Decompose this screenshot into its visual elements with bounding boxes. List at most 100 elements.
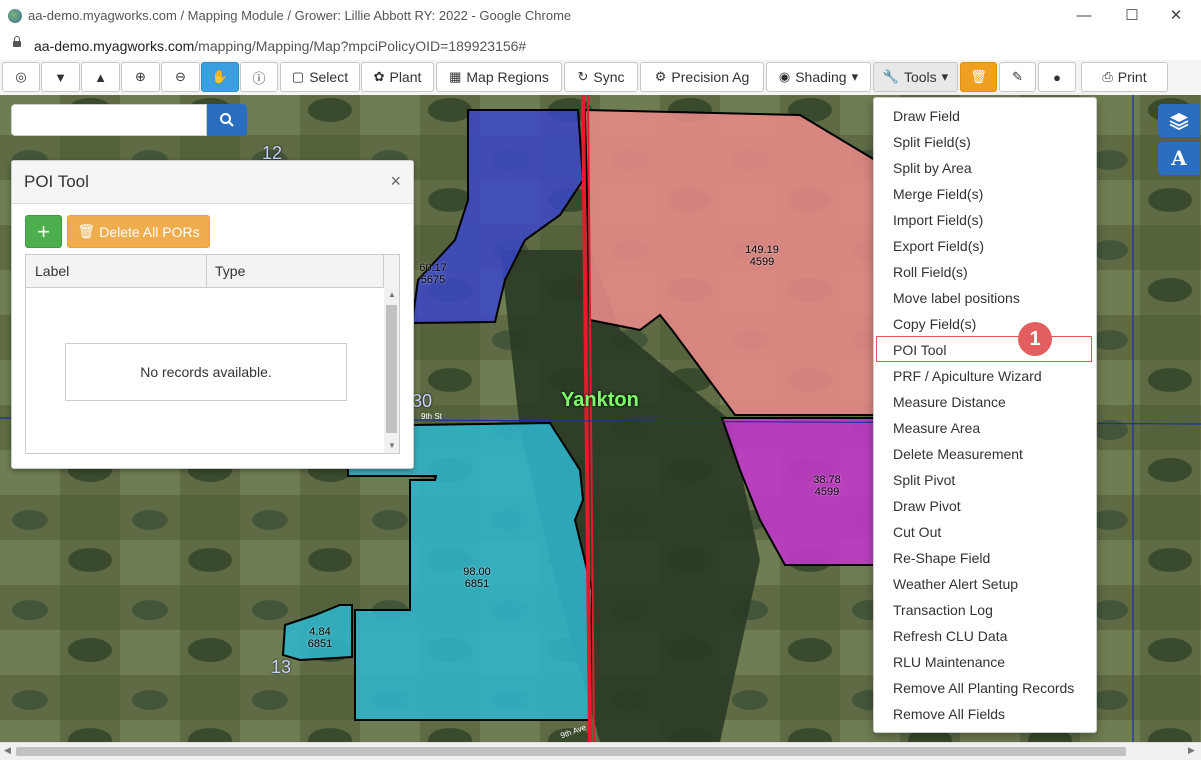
print-button[interactable]: ⎙ Print — [1081, 62, 1168, 92]
menu-item-move-label-positions[interactable]: Move label positions — [893, 290, 1020, 306]
minimize-icon[interactable]: — — [1064, 4, 1104, 28]
select-icon: ▢ — [291, 69, 305, 84]
edit-button[interactable]: ✎ — [999, 62, 1036, 92]
scroll-left-icon[interactable]: ◀ — [4, 745, 11, 756]
user-button[interactable]: ● — [1038, 62, 1076, 92]
shading-button[interactable]: ◉ Shading ▾ — [766, 62, 871, 92]
printer-icon: ⎙ — [1102, 69, 1113, 84]
menu-item-remove-all-fields[interactable]: Remove All Fields — [893, 706, 1005, 722]
field-label: 38.78 4599 — [813, 474, 841, 498]
grid-scrollbar[interactable]: ▲ ▼ — [384, 287, 399, 453]
zoom-out-icon: ⊖ — [175, 69, 186, 84]
menu-item-rlu-maintenance[interactable]: RLU Maintenance — [893, 654, 1005, 670]
menu-item-export-fields[interactable]: Export Field(s) — [893, 238, 984, 254]
section-label-13: 13 — [271, 657, 292, 677]
caret-down-icon: ▾ — [851, 69, 859, 84]
menu-item-transaction-log[interactable]: Transaction Log — [893, 602, 993, 618]
search-icon — [220, 113, 234, 127]
menu-item-split-pivot[interactable]: Split Pivot — [893, 472, 955, 488]
callout-badge: 1 — [1018, 322, 1052, 356]
empty-message: No records available. — [65, 343, 347, 401]
menu-item-copy-fields[interactable]: Copy Field(s) — [893, 316, 976, 332]
menu-item-cut-out[interactable]: Cut Out — [893, 524, 941, 540]
trash-icon: 🗑 — [77, 223, 96, 239]
tree-icon: ▲ — [94, 69, 107, 85]
info-button[interactable]: ⓘ — [240, 62, 278, 92]
menu-item-measure-distance[interactable]: Measure Distance — [893, 394, 1006, 410]
window-title: aa-demo.myagworks.com / Mapping Module /… — [28, 8, 572, 23]
target-icon: ◎ — [15, 69, 27, 84]
menu-item-poi-tool[interactable]: POI Tool — [893, 342, 946, 358]
menu-item-split-by-area[interactable]: Split by Area — [893, 160, 972, 176]
scroll-right-icon[interactable]: ▶ — [1188, 745, 1195, 756]
map-regions-label: Map Regions — [466, 69, 549, 85]
tree-button[interactable]: ▲ — [81, 62, 120, 92]
precision-ag-button[interactable]: ⚙ Precision Ag — [640, 62, 764, 92]
hand-icon: ✋ — [211, 69, 229, 84]
town-label: Yankton — [561, 389, 639, 411]
tools-button[interactable]: 🔧 Tools ▾ — [873, 62, 958, 92]
address-bar[interactable]: aa-demo.myagworks.com/mapping/Mapping/Ma… — [0, 32, 1201, 61]
menu-item-reshape-field[interactable]: Re-Shape Field — [893, 550, 990, 566]
menu-item-measure-area[interactable]: Measure Area — [893, 420, 980, 436]
map-search-input[interactable] — [11, 104, 207, 136]
menu-item-roll-fields[interactable]: Roll Field(s) — [893, 264, 968, 280]
shading-label: Shading — [795, 69, 847, 85]
sync-icon: ↻ — [577, 69, 589, 84]
menu-item-remove-all-planting-records[interactable]: Remove All Planting Records — [893, 680, 1074, 696]
plant-button[interactable]: ✿ Plant — [361, 62, 434, 92]
zoom-out-button[interactable]: ⊖ — [161, 62, 200, 92]
layers-button[interactable] — [1158, 104, 1200, 137]
plant-label: Plant — [389, 69, 422, 85]
sync-button[interactable]: ↻ Sync — [564, 62, 638, 92]
field-label: 98.00 6851 — [463, 566, 491, 590]
grid-header: Label Type — [26, 255, 399, 288]
menu-item-draw-field[interactable]: Draw Field — [893, 108, 960, 124]
road-label: 9th St — [421, 412, 442, 421]
maximize-icon[interactable]: ☐ — [1112, 4, 1152, 28]
menu-item-delete-measurement[interactable]: Delete Measurement — [893, 446, 1023, 462]
menu-item-refresh-clu-data[interactable]: Refresh CLU Data — [893, 628, 1007, 644]
horizontal-scrollbar[interactable]: ◀ ▶ — [0, 742, 1201, 760]
menu-item-merge-fields[interactable]: Merge Field(s) — [893, 186, 983, 202]
column-header-label[interactable]: Label — [35, 263, 69, 279]
map-toolbar: ◎ ▼ ▲ ⊕ ⊖ ✋ ⓘ ▢ Select ✿ Plant ▦ Map Region… — [0, 60, 1201, 96]
scrollbar-thumb[interactable] — [16, 747, 1126, 756]
font-icon: A — [1171, 146, 1187, 170]
delete-all-label: Delete All PORs — [99, 223, 200, 240]
close-window-icon[interactable]: ✕ — [1156, 4, 1196, 28]
map-icon: ▦ — [449, 69, 462, 84]
sync-label: Sync — [593, 69, 625, 85]
column-header-type[interactable]: Type — [215, 263, 245, 279]
poi-grid: Label Type ▲ ▼ No records available. — [25, 254, 400, 454]
delete-all-pors-button[interactable]: 🗑 Delete All PORs — [67, 215, 210, 248]
menu-item-split-fields[interactable]: Split Field(s) — [893, 134, 971, 150]
edit-icon: ✎ — [1012, 69, 1023, 84]
info-icon: ⓘ — [252, 70, 266, 86]
select-button[interactable]: ▢ Select — [280, 62, 360, 92]
poi-panel-header: POI Tool × — [12, 161, 413, 204]
menu-item-import-fields[interactable]: Import Field(s) — [893, 212, 983, 228]
select-label: Select — [309, 69, 349, 85]
close-panel-button[interactable]: × — [390, 171, 401, 192]
user-icon: ● — [1053, 69, 1061, 85]
locate-button[interactable]: ◎ — [2, 62, 40, 92]
tools-dropdown-menu: Draw Field Split Field(s) Split by Area … — [873, 97, 1097, 733]
delete-button[interactable]: 🗑 — [960, 62, 997, 92]
print-label: Print — [1117, 69, 1147, 85]
menu-item-weather-alert-setup[interactable]: Weather Alert Setup — [893, 576, 1018, 592]
filter-button[interactable]: ▼ — [41, 62, 80, 92]
menu-item-prf-apiculture-wizard[interactable]: PRF / Apiculture Wizard — [893, 368, 1042, 384]
tools-label: Tools — [903, 69, 937, 85]
labels-button[interactable]: A — [1158, 142, 1200, 175]
add-poi-button[interactable]: + — [25, 215, 62, 248]
field-label: 4.84 6851 — [307, 626, 333, 650]
search-button[interactable] — [207, 104, 247, 136]
menu-item-draw-pivot[interactable]: Draw Pivot — [893, 498, 961, 514]
pan-button[interactable]: ✋ — [201, 62, 239, 92]
wrench-icon: 🔧 — [882, 69, 899, 84]
poi-tool-panel: POI Tool × + 🗑 Delete All PORs Label Type… — [11, 160, 414, 469]
map-regions-button[interactable]: ▦ Map Regions — [436, 62, 562, 92]
zoom-in-button[interactable]: ⊕ — [121, 62, 160, 92]
url-text[interactable]: aa-demo.myagworks.com/mapping/Mapping/Ma… — [34, 38, 526, 54]
